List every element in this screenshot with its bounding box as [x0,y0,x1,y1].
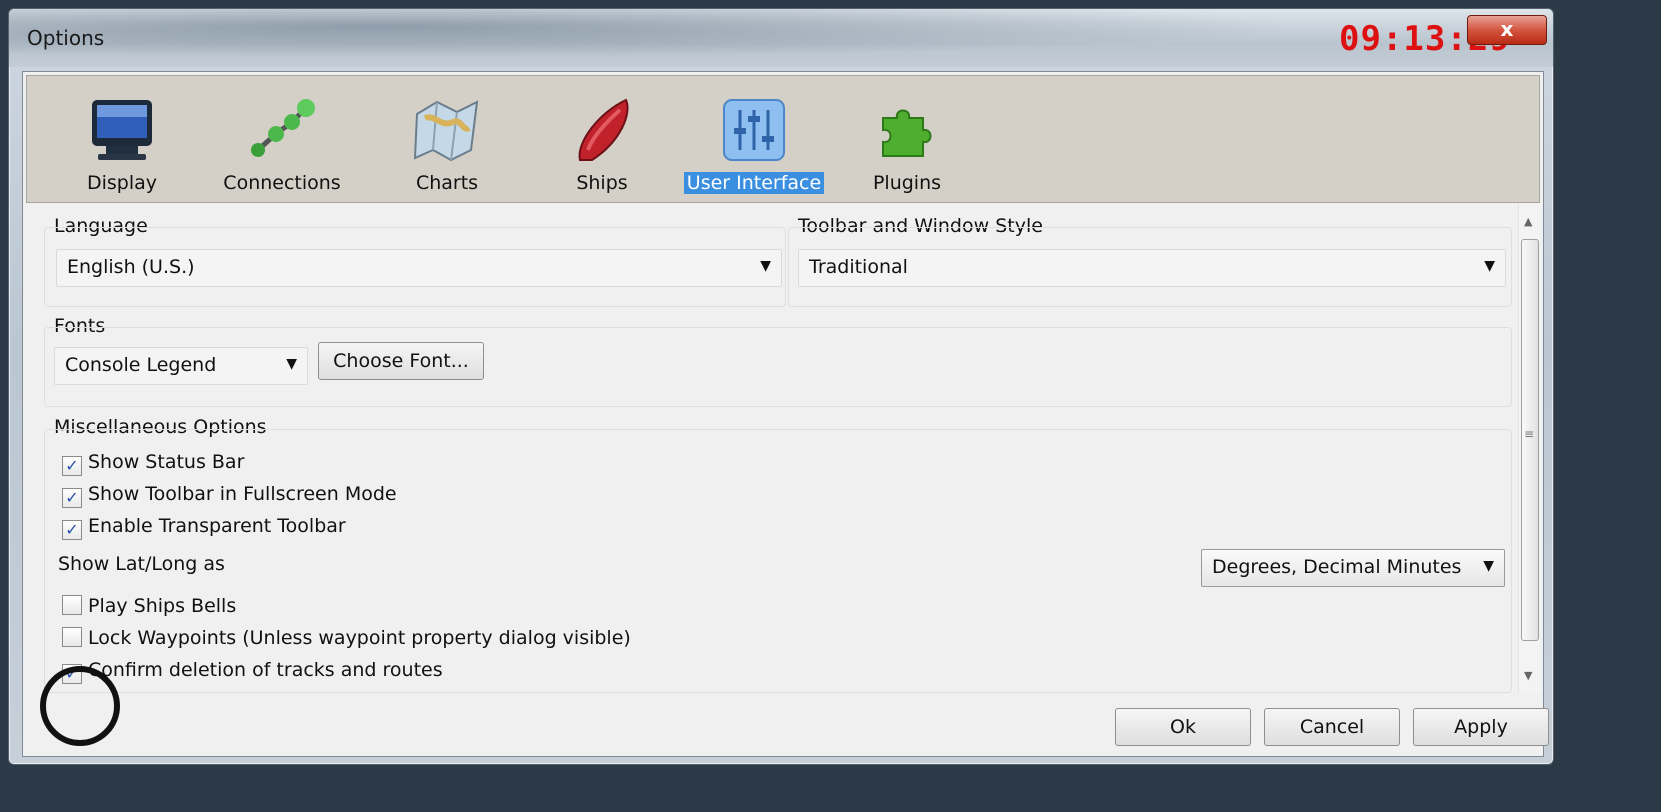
lock-waypoints-label: Lock Waypoints (Unless waypoint property… [88,627,631,649]
lock-waypoints-option[interactable]: Lock Waypoints (Unless waypoint property… [62,627,631,655]
tab-charts-label: Charts [415,172,479,194]
tab-ships[interactable]: Ships [537,76,667,202]
tab-connections-label: Connections [223,172,341,194]
chevron-down-icon: ▼ [1484,258,1495,274]
font-element-select[interactable]: Console Legend ▼ [54,347,308,385]
vertical-scrollbar[interactable]: ▲ ≡ ▼ [1518,203,1541,693]
language-select[interactable]: English (U.S.) ▼ [56,249,782,287]
transparent-toolbar-checkbox[interactable]: ✓ [62,520,82,540]
ships-bells-checkbox[interactable] [62,595,82,615]
sliders-icon [718,94,790,166]
confirm-deletion-option[interactable]: ✓ Confirm deletion of tracks and routes [62,659,443,687]
tab-user-interface[interactable]: User Interface [679,76,829,202]
cancel-button[interactable]: Cancel [1264,708,1400,746]
confirm-deletion-label: Confirm deletion of tracks and routes [88,659,443,681]
puzzle-icon [871,94,943,166]
apply-button[interactable]: Apply [1413,708,1549,746]
show-status-bar-checkbox[interactable]: ✓ [62,456,82,476]
show-toolbar-fullscreen-label: Show Toolbar in Fullscreen Mode [88,483,397,505]
language-value: English (U.S.) [67,256,195,278]
tab-connections[interactable]: Connections [207,76,357,202]
lock-waypoints-checkbox[interactable] [62,627,82,647]
monitor-icon [86,94,158,166]
transparent-toolbar-option[interactable]: ✓ Enable Transparent Toolbar [62,515,346,543]
user-interface-panel: Language English (U.S.) ▼ Toolbar and Wi… [26,203,1516,746]
tab-ships-label: Ships [576,172,628,194]
choose-font-button[interactable]: Choose Font... [318,342,484,380]
window-style-select[interactable]: Traditional ▼ [798,249,1506,287]
dialog-client-area: Display Connections Charts Ships User In… [22,71,1549,757]
show-toolbar-fullscreen-option[interactable]: ✓ Show Toolbar in Fullscreen Mode [62,483,397,511]
tab-display-label: Display [86,172,158,194]
connections-icon [246,94,318,166]
tab-display[interactable]: Display [57,76,187,202]
ships-bells-option[interactable]: Play Ships Bells [62,595,236,623]
close-button[interactable]: x [1467,15,1547,45]
chevron-down-icon: ▼ [760,258,771,274]
ships-bells-label: Play Ships Bells [88,595,237,617]
ok-button[interactable]: Ok [1115,708,1251,746]
scrollbar-thumb[interactable]: ≡ [1521,239,1539,641]
show-toolbar-fullscreen-checkbox[interactable]: ✓ [62,488,82,508]
latlong-label: Show Lat/Long as [58,553,225,575]
tab-plugins-label: Plugins [872,172,942,194]
window-title: Options [27,26,105,50]
latlong-format-value: Degrees, Decimal Minutes [1212,556,1462,578]
transparent-toolbar-label: Enable Transparent Toolbar [88,515,346,537]
show-status-bar-label: Show Status Bar [88,451,245,473]
tab-plugins[interactable]: Plugins [842,76,972,202]
chevron-down-icon: ▼ [286,356,297,372]
confirm-deletion-checkbox[interactable]: ✓ [62,664,82,684]
scroll-down-icon[interactable]: ▼ [1524,669,1532,682]
font-element-value: Console Legend [65,354,217,376]
window-style-value: Traditional [809,256,908,278]
latlong-format-select[interactable]: Degrees, Decimal Minutes ▼ [1201,549,1505,587]
scroll-up-icon[interactable]: ▲ [1524,215,1532,228]
title-bar[interactable]: Options 09:13:29 x [9,9,1553,67]
tab-user-interface-label: User Interface [679,172,829,194]
ship-icon [566,94,638,166]
tab-charts[interactable]: Charts [382,76,512,202]
options-window: Options 09:13:29 x Display Connections C… [8,8,1554,765]
chevron-down-icon: ▼ [1483,558,1494,574]
chart-map-icon [411,94,483,166]
show-status-bar-option[interactable]: ✓ Show Status Bar [62,451,244,479]
category-toolbar: Display Connections Charts Ships User In… [26,75,1540,203]
grip-icon: ≡ [1524,427,1535,441]
